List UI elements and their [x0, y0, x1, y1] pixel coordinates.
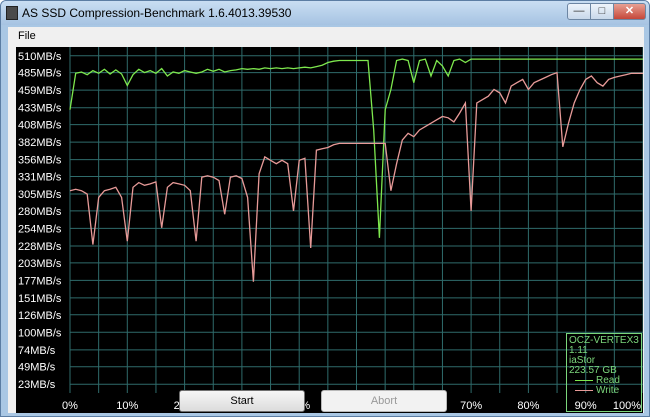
y-tick-label: 510MB/s — [18, 51, 62, 63]
legend-write-label: Write — [596, 385, 620, 396]
x-tick-label: 0% — [62, 400, 78, 412]
x-tick-label: 80% — [517, 400, 539, 412]
y-tick-label: 305MB/s — [18, 189, 62, 201]
y-tick-label: 408MB/s — [18, 120, 62, 132]
y-tick-label: 100MB/s — [18, 327, 62, 339]
y-tick-label: 280MB/s — [18, 206, 62, 218]
menu-bar: File — [8, 27, 644, 45]
y-tick-label: 49MB/s — [18, 362, 56, 374]
maximize-button[interactable]: □ — [590, 3, 614, 20]
y-tick-label: 459MB/s — [18, 85, 62, 97]
client-area: File 510MB/s 485MB/s 459MB/s 433MB/s 408MB/s… — [8, 27, 644, 413]
start-button[interactable]: Start — [179, 390, 305, 412]
chart-legend: OCZ-VERTEX3 1.11 iaStor 223.57 GB Read W… — [566, 333, 642, 412]
y-tick-label: 433MB/s — [18, 103, 62, 115]
title-bar[interactable]: AS SSD Compression-Benchmark 1.6.4013.39… — [1, 1, 649, 25]
y-tick-label: 23MB/s — [18, 379, 56, 391]
read-swatch — [575, 379, 593, 381]
close-button[interactable]: ✕ — [613, 3, 646, 20]
legend-write: Write — [569, 386, 639, 396]
y-tick-label: 74MB/s — [18, 345, 56, 357]
abort-button[interactable]: Abort — [321, 390, 447, 412]
y-tick-label: 254MB/s — [18, 223, 62, 235]
menu-file[interactable]: File — [18, 30, 36, 42]
y-tick-label: 228MB/s — [18, 241, 62, 253]
x-tick-label: 70% — [460, 400, 482, 412]
y-tick-label: 485MB/s — [18, 68, 62, 80]
benchmark-chart: 510MB/s 485MB/s 459MB/s 433MB/s 408MB/s 382MB… — [16, 47, 643, 413]
chart-svg: 510MB/s 485MB/s 459MB/s 433MB/s 408MB/s 382MB… — [18, 47, 643, 412]
minimize-button[interactable]: — — [567, 3, 591, 20]
y-tick-label: 126MB/s — [18, 310, 62, 322]
app-icon — [6, 6, 18, 20]
y-tick-label: 151MB/s — [18, 293, 62, 305]
y-tick-label: 331MB/s — [18, 171, 62, 183]
app-window: AS SSD Compression-Benchmark 1.6.4013.39… — [0, 0, 650, 417]
write-swatch — [575, 389, 593, 391]
y-tick-label: 177MB/s — [18, 275, 62, 287]
y-tick-label: 203MB/s — [18, 258, 62, 270]
x-tick-label: 10% — [116, 400, 138, 412]
y-tick-label: 382MB/s — [18, 137, 62, 149]
window-title: AS SSD Compression-Benchmark 1.6.4013.39… — [22, 6, 292, 20]
y-tick-label: 356MB/s — [18, 155, 62, 167]
